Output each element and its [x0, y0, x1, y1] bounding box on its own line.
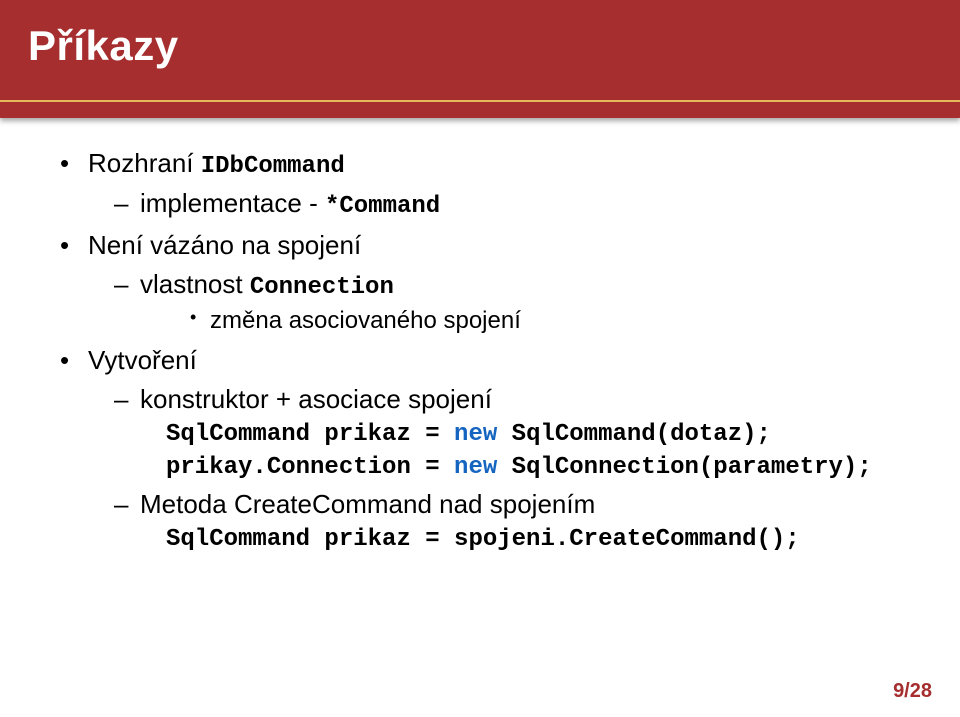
code-starcommand: *Command: [325, 193, 440, 220]
text-konstruktor: konstruktor + asociace spojení: [140, 384, 492, 414]
code-connection: Connection: [250, 274, 394, 301]
code-2b: SqlConnection(parametry);: [497, 454, 871, 481]
text-neni-vazano: Není vázáno na spojení: [88, 230, 361, 260]
text-vlastnost: vlastnost: [140, 269, 250, 299]
sub-konstruktor: konstruktor + asociace spojení SqlComman…: [114, 384, 900, 481]
code-2a: prikay.Connection =: [166, 454, 454, 481]
slide-title: Příkazy: [28, 22, 932, 70]
text-implementace: implementace -: [140, 188, 325, 218]
bullet-vytvoreni: Vytvoření konstruktor + asociace spojení…: [60, 345, 900, 553]
sub-vlastnost: vlastnost Connection změna asociovaného …: [114, 269, 900, 335]
page-number: 9/28: [893, 680, 932, 703]
code-line-1: SqlCommand prikaz = new SqlCommand(dotaz…: [166, 421, 900, 448]
code-1kw: new: [454, 421, 497, 448]
slide-content: Rozhraní IDbCommand implementace - *Comm…: [0, 118, 960, 553]
bullet-rozhrani: Rozhraní IDbCommand implementace - *Comm…: [60, 148, 900, 220]
text-rozhrani: Rozhraní: [88, 148, 201, 178]
text-zmena: změna asociovaného spojení: [210, 307, 521, 334]
code-1a: SqlCommand prikaz =: [166, 421, 454, 448]
code-line-2: prikay.Connection = new SqlConnection(pa…: [166, 454, 900, 481]
code-1b: SqlCommand(dotaz);: [497, 421, 771, 448]
subsub-zmena: změna asociovaného spojení: [190, 307, 900, 335]
text-metoda: Metoda CreateCommand nad spojením: [140, 489, 595, 519]
sub-implementace: implementace - *Command: [114, 188, 900, 220]
slide-header: Příkazy: [0, 0, 960, 118]
bullet-neni-vazano: Není vázáno na spojení vlastnost Connect…: [60, 230, 900, 335]
code-line-3: SqlCommand prikaz = spojeni.CreateComman…: [166, 526, 900, 553]
code-2kw: new: [454, 454, 497, 481]
sub-metoda: Metoda CreateCommand nad spojením SqlCom…: [114, 489, 900, 553]
text-vytvoreni: Vytvoření: [88, 345, 197, 375]
code-idbcommand: IDbCommand: [201, 153, 345, 180]
